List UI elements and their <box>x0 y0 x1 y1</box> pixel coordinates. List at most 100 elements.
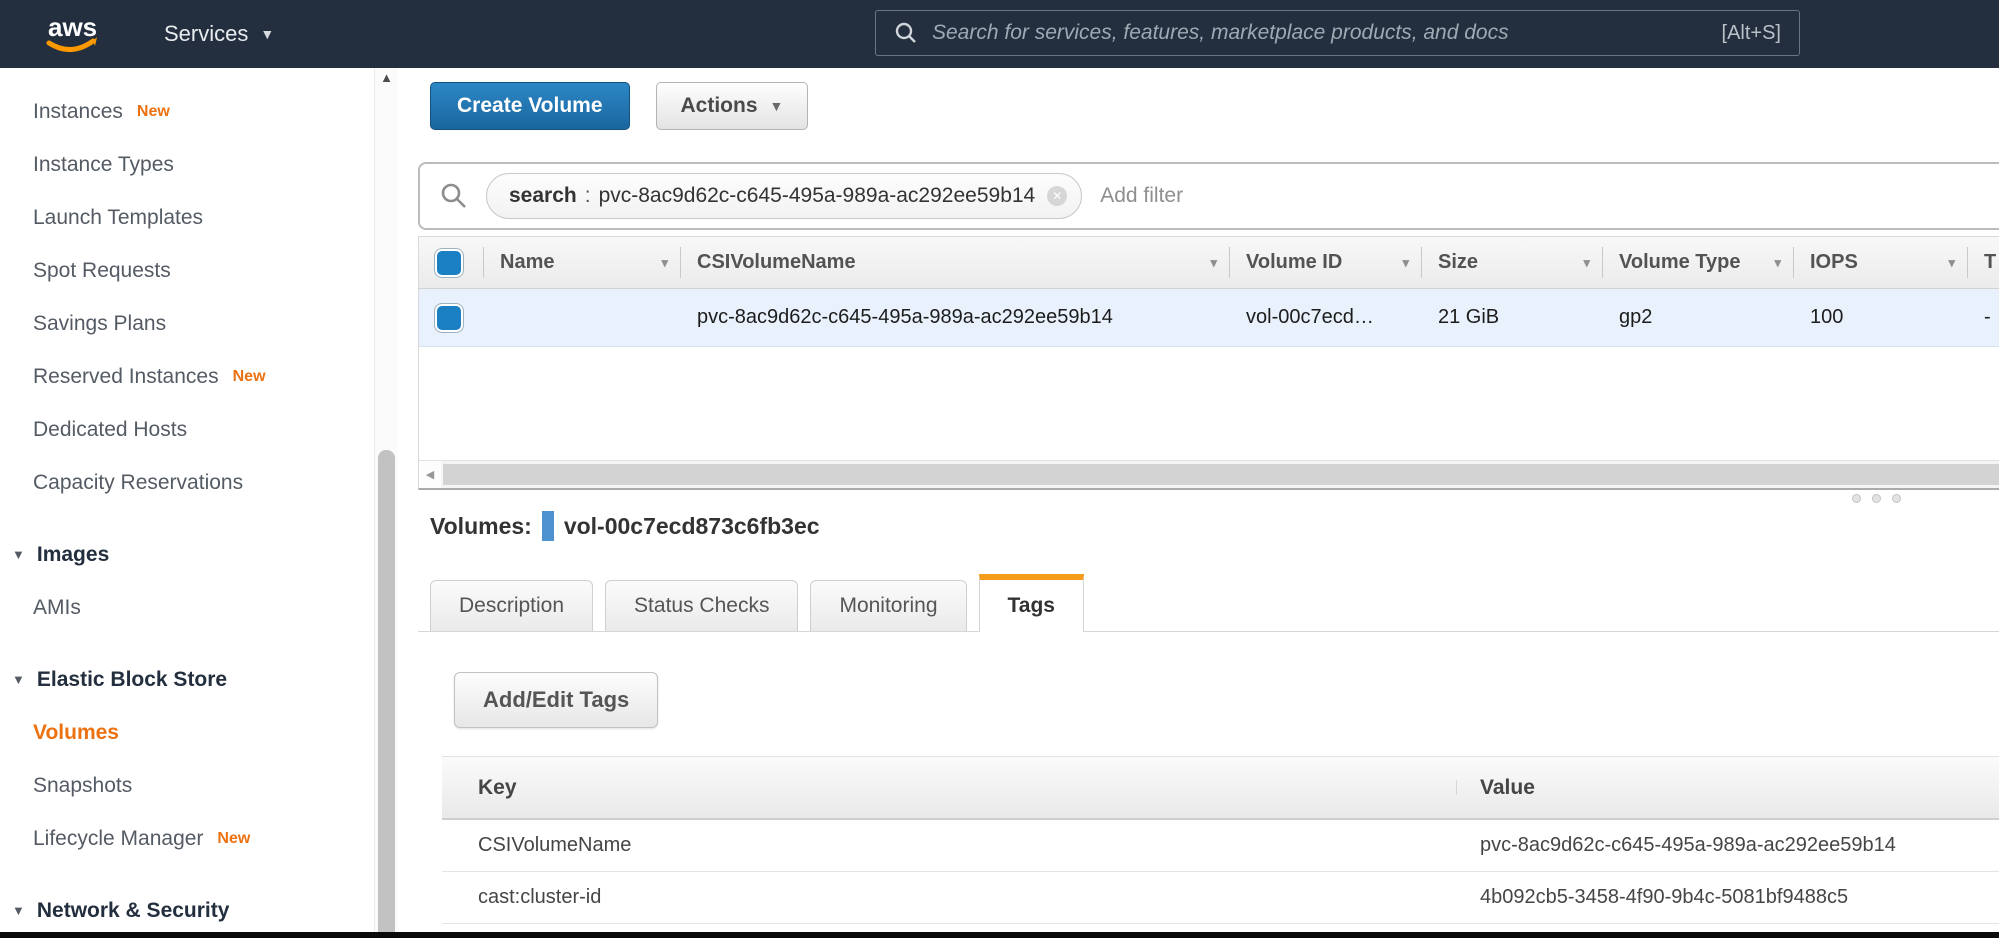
new-badge: New <box>233 368 266 386</box>
main-content: Create Volume Actions ▼ search : pvc-8ac… <box>398 68 1999 932</box>
sidebar-item-spot-requests[interactable]: Spot Requests <box>0 244 374 297</box>
sidebar-item-dedicated-hosts[interactable]: Dedicated Hosts <box>0 403 374 456</box>
search-shortcut-hint: [Alt+S] <box>1722 22 1781 45</box>
row-checkbox[interactable] <box>435 304 463 332</box>
horizontal-scrollbar-thumb[interactable] <box>443 464 1999 485</box>
tab-tags[interactable]: Tags <box>979 574 1084 632</box>
sidebar-section-network-security[interactable]: ▼ Network & Security <box>0 884 374 932</box>
sidebar-item-amis[interactable]: AMIs <box>0 581 374 634</box>
row-checkbox-cell <box>419 289 483 346</box>
scroll-left-icon[interactable]: ◀ <box>419 461 441 488</box>
scroll-up-icon[interactable]: ▲ <box>375 70 398 85</box>
sidebar-item-reserved-instances[interactable]: Reserved Instances New <box>0 350 374 403</box>
sort-caret-icon: ▾ <box>1774 255 1781 271</box>
sidebar: Instances New Instance Types Launch Temp… <box>0 68 374 932</box>
cell-iops: 100 <box>1793 289 1967 346</box>
tag-row: cast:cluster-id 4b092cb5-3458-4f90-9b4c-… <box>442 872 1999 924</box>
sidebar-item-instances[interactable]: Instances New <box>0 85 374 138</box>
sidebar-item-volumes[interactable]: Volumes <box>0 706 374 759</box>
add-edit-tags-button[interactable]: Add/Edit Tags <box>454 672 658 728</box>
select-all-checkbox-cell <box>419 237 483 288</box>
sidebar-item-snapshots[interactable]: Snapshots <box>0 759 374 812</box>
sidebar-item-launch-templates[interactable]: Launch Templates <box>0 191 374 244</box>
column-header-throughput[interactable]: T <box>1967 237 1999 288</box>
tab-description[interactable]: Description <box>430 580 593 631</box>
cell-throughput: - <box>1967 289 1999 346</box>
sidebar-section-elastic-block-store[interactable]: ▼ Elastic Block Store <box>0 653 374 706</box>
horizontal-scrollbar[interactable]: ◀ <box>419 460 1999 488</box>
column-header-iops[interactable]: IOPS ▾ <box>1793 237 1967 288</box>
column-header-volume-id[interactable]: Volume ID ▾ <box>1229 237 1421 288</box>
create-volume-button[interactable]: Create Volume <box>430 82 630 130</box>
sidebar-scrollbar-thumb[interactable] <box>378 450 395 932</box>
services-label: Services <box>164 21 248 47</box>
actions-button[interactable]: Actions ▼ <box>656 82 809 130</box>
volume-row[interactable]: pvc-8ac9d62c-c645-495a-989a-ac292ee59b14… <box>419 289 1999 347</box>
cell-name <box>483 289 680 346</box>
tags-table: Key Value CSIVolumeName pvc-8ac9d62c-c64… <box>442 756 1999 924</box>
column-header-value: Value <box>1456 776 1999 800</box>
pane-resize-handle[interactable] <box>1852 494 1901 503</box>
filter-separator: : <box>585 184 591 208</box>
window-bottom-edge <box>0 932 1999 938</box>
chevron-down-icon: ▼ <box>770 98 784 114</box>
sort-caret-icon: ▾ <box>661 255 668 271</box>
detail-header: Volumes: vol-00c7ecd873c6fb3ec <box>430 506 820 546</box>
select-all-checkbox[interactable] <box>435 249 463 277</box>
services-menu[interactable]: Services ▼ <box>164 21 274 47</box>
tab-monitoring[interactable]: Monitoring <box>810 580 966 631</box>
sort-caret-icon: ▾ <box>1210 255 1217 271</box>
add-filter-input[interactable] <box>1100 184 1999 208</box>
search-icon <box>894 21 918 45</box>
cell-size: 21 GiB <box>1421 289 1602 346</box>
svg-text:aws: aws <box>48 12 97 42</box>
tags-table-header: Key Value <box>442 756 1999 820</box>
triangle-down-icon: ▼ <box>12 672 25 687</box>
triangle-down-icon: ▼ <box>12 547 25 562</box>
tag-value: pvc-8ac9d62c-c645-495a-989a-ac292ee59b14 <box>1456 834 1999 857</box>
search-icon <box>440 182 468 210</box>
selected-volume-id: vol-00c7ecd873c6fb3ec <box>564 513 820 540</box>
tag-value: 4b092cb5-3458-4f90-9b4c-5081bf9488c5 <box>1456 886 1999 909</box>
sidebar-item-lifecycle-manager[interactable]: Lifecycle Manager New <box>0 812 374 865</box>
chevron-down-icon: ▼ <box>260 26 274 42</box>
sidebar-item-instance-types[interactable]: Instance Types <box>0 138 374 191</box>
cell-volume-id: vol-00c7ecd… <box>1229 289 1421 346</box>
tag-key: cast:cluster-id <box>442 886 1456 909</box>
filter-value: pvc-8ac9d62c-c645-495a-989a-ac292ee59b14 <box>599 184 1036 208</box>
tab-status-checks[interactable]: Status Checks <box>605 580 798 631</box>
column-header-volume-type[interactable]: Volume Type ▾ <box>1602 237 1793 288</box>
filter-key: search <box>509 184 577 208</box>
filter-tag[interactable]: search : pvc-8ac9d62c-c645-495a-989a-ac2… <box>486 173 1082 219</box>
toolbar: Create Volume Actions ▼ <box>430 82 808 130</box>
column-header-name[interactable]: Name ▾ <box>483 237 680 288</box>
column-header-key: Key <box>442 776 1456 800</box>
filter-bar: search : pvc-8ac9d62c-c645-495a-989a-ac2… <box>418 162 1999 230</box>
sidebar-section-images[interactable]: ▼ Images <box>0 528 374 581</box>
detail-tabs: Description Status Checks Monitoring Tag… <box>418 572 1999 632</box>
column-header-csi-volume-name[interactable]: CSIVolumeName ▾ <box>680 237 1229 288</box>
tag-row: CSIVolumeName pvc-8ac9d62c-c645-495a-989… <box>442 820 1999 872</box>
global-search-input[interactable] <box>932 21 1708 45</box>
selection-indicator <box>542 511 554 541</box>
sidebar-item-capacity-reservations[interactable]: Capacity Reservations <box>0 456 374 509</box>
new-badge: New <box>217 830 250 848</box>
volumes-table-header: Name ▾ CSIVolumeName ▾ Volume ID ▾ Size … <box>419 237 1999 289</box>
close-icon[interactable]: ✕ <box>1047 186 1067 206</box>
sort-caret-icon: ▾ <box>1948 255 1955 271</box>
cell-csi-volume-name: pvc-8ac9d62c-c645-495a-989a-ac292ee59b14 <box>680 289 1229 346</box>
column-header-size[interactable]: Size ▾ <box>1421 237 1602 288</box>
sort-caret-icon: ▾ <box>1402 255 1409 271</box>
sort-caret-icon: ▾ <box>1583 255 1590 271</box>
top-nav: aws Services ▼ [Alt+S] <box>0 0 1999 68</box>
volumes-table: Name ▾ CSIVolumeName ▾ Volume ID ▾ Size … <box>418 236 1999 490</box>
global-search-box[interactable]: [Alt+S] <box>875 10 1800 56</box>
detail-header-label: Volumes: <box>430 513 532 540</box>
cell-volume-type: gp2 <box>1602 289 1793 346</box>
sidebar-scrollbar[interactable]: ▲ <box>374 68 398 932</box>
sidebar-item-savings-plans[interactable]: Savings Plans <box>0 297 374 350</box>
new-badge: New <box>137 103 170 121</box>
aws-logo[interactable]: aws <box>38 10 108 58</box>
triangle-down-icon: ▼ <box>12 903 25 918</box>
tag-key: CSIVolumeName <box>442 834 1456 857</box>
